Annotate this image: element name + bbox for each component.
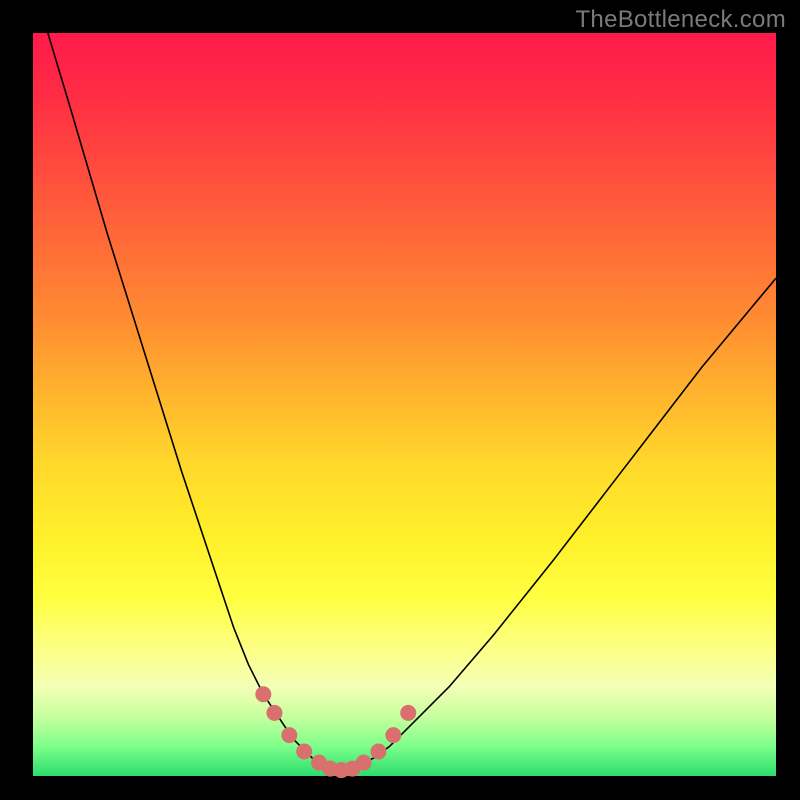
watermark-text: TheBottleneck.com xyxy=(575,6,786,34)
curve-right xyxy=(338,278,776,772)
threshold-marker xyxy=(266,705,282,721)
chart-frame: TheBottleneck.com xyxy=(0,0,800,800)
curve-svg xyxy=(33,33,776,776)
threshold-marker xyxy=(296,743,312,759)
plot-area xyxy=(33,33,776,776)
threshold-marker xyxy=(400,705,416,721)
threshold-marker xyxy=(385,727,401,743)
threshold-marker xyxy=(255,686,271,702)
threshold-marker xyxy=(356,755,372,771)
threshold-marker xyxy=(281,727,297,743)
threshold-marker xyxy=(371,743,387,759)
threshold-markers xyxy=(255,686,416,778)
curve-left xyxy=(48,33,338,772)
